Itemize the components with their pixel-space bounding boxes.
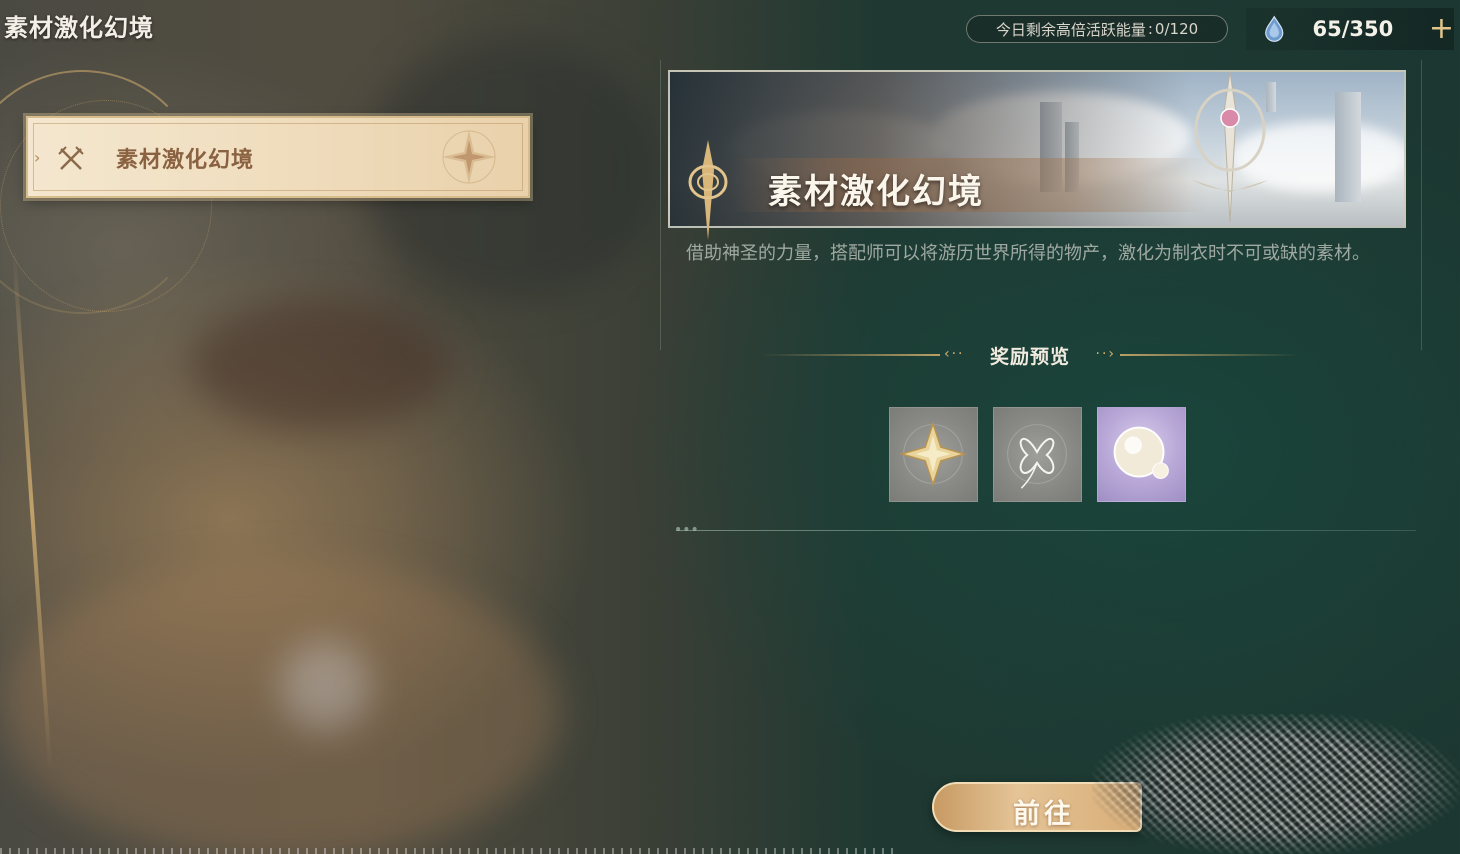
background-rock: [190, 300, 450, 430]
compass-star-ornament-icon: [442, 130, 496, 184]
rewards-title: 奖励预览: [989, 346, 1070, 368]
bottom-dotted-border: [0, 848, 900, 854]
rewards-header: ‹·· ··› 奖励预览: [760, 338, 1300, 372]
realm-banner: 素材激化幻境: [668, 70, 1406, 228]
energy-status-pill: 今日剩余高倍活跃能量 : 0/120: [966, 15, 1228, 43]
sidebar-item-label: 素材激化幻境: [116, 148, 255, 173]
pixelated-overlay: [1092, 714, 1460, 854]
currency-value: 65/350: [1312, 17, 1394, 41]
pearl-orb-icon: [1113, 426, 1169, 479]
sidebar-item-material-realm[interactable]: › 素材激化幻境: [26, 116, 530, 198]
reward-item[interactable]: [1097, 407, 1186, 502]
add-currency-button[interactable]: +: [1429, 14, 1454, 44]
reward-item[interactable]: [993, 407, 1082, 502]
realm-emblem-icon: [688, 140, 728, 240]
currency-display: 65/350 +: [1246, 8, 1454, 50]
crystal-drop-icon: [1265, 15, 1284, 42]
rewards-list: [889, 407, 1186, 502]
banner-title: 素材激化幻境: [768, 172, 984, 212]
energy-label: 今日剩余高倍活跃能量: [995, 20, 1146, 39]
banner-tower: [1335, 92, 1361, 202]
page-title: 素材激化幻境: [4, 14, 154, 42]
reward-item[interactable]: [889, 407, 978, 502]
crossed-swords-icon: [58, 146, 84, 170]
gold-star-flower-icon: [899, 421, 967, 487]
background-light: [280, 640, 370, 730]
silver-thread-icon: [1007, 424, 1067, 489]
energy-separator: :: [1147, 20, 1153, 38]
background-sand: [0, 560, 560, 854]
energy-value: 0/120: [1154, 20, 1199, 38]
floating-artifact-icon: [1192, 72, 1268, 223]
chevron-right-icon: ›: [34, 148, 41, 167]
section-divider: [676, 530, 1416, 531]
realm-description: 借助神圣的力量，搭配师可以将游历世界所得的物产，激化为制衣时不可或缺的素材。: [686, 243, 1370, 264]
